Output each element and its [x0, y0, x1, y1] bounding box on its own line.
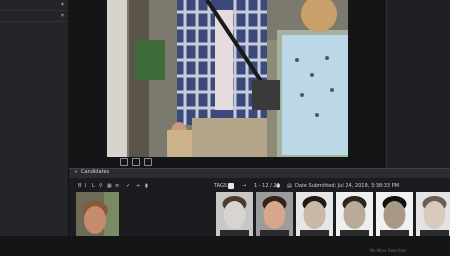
zoom-in-icon[interactable]: [120, 158, 128, 166]
arrow-icon[interactable]: →: [242, 181, 246, 191]
person-icon[interactable]: ●: [276, 181, 280, 191]
zoom-out-icon[interactable]: [132, 158, 140, 166]
results-toolbar: TAGS → 1 - 12 / 29 ● ▤ Date Submitted: J…: [214, 181, 450, 191]
tool-b[interactable]: B: [78, 182, 81, 190]
status-bar: [0, 236, 450, 256]
left-panel-row[interactable]: ▾: [0, 0, 68, 11]
chevron-down-icon[interactable]: ▾: [61, 11, 64, 21]
grid-icon[interactable]: ▦: [107, 182, 112, 190]
candidate-face-thumbnail[interactable]: [336, 192, 373, 240]
chevron-down-icon[interactable]: ∨: [74, 169, 78, 176]
date-submitted: Date Submitted: Jul 24, 2019, 3:38:33 PM: [295, 183, 400, 189]
candidate-face-thumbnail[interactable]: [376, 192, 413, 240]
candidate-face-thumbnail[interactable]: [416, 192, 450, 240]
candidate-face-thumbnail[interactable]: [256, 192, 293, 240]
left-panel-row[interactable]: ▾: [0, 11, 68, 22]
candidates-title: Candidates: [81, 169, 110, 175]
candidates-header[interactable]: [69, 168, 450, 178]
candidate-face-thumbnail[interactable]: [216, 192, 253, 240]
tag-checkbox[interactable]: [228, 183, 234, 189]
left-panel: ▾ ▾: [0, 0, 69, 236]
right-panel: [386, 0, 450, 168]
scene-photo[interactable]: [107, 0, 348, 157]
tool-l[interactable]: L: [92, 182, 95, 190]
candidate-face-thumbnail[interactable]: [296, 192, 333, 240]
tags-label[interactable]: TAGS: [214, 181, 227, 191]
list-icon[interactable]: ≡: [115, 182, 119, 190]
calendar-icon: ▤: [287, 183, 292, 189]
link-icon[interactable]: ⚲: [99, 182, 103, 190]
tool-i[interactable]: I: [85, 182, 86, 190]
crop-icon[interactable]: [144, 158, 152, 166]
check-icon[interactable]: ✓: [126, 182, 130, 190]
add-icon[interactable]: +: [136, 182, 140, 190]
status-text: No More Searches: [370, 248, 407, 253]
trash-icon[interactable]: ▮: [145, 182, 148, 190]
chevron-down-icon[interactable]: ▾: [61, 0, 64, 10]
